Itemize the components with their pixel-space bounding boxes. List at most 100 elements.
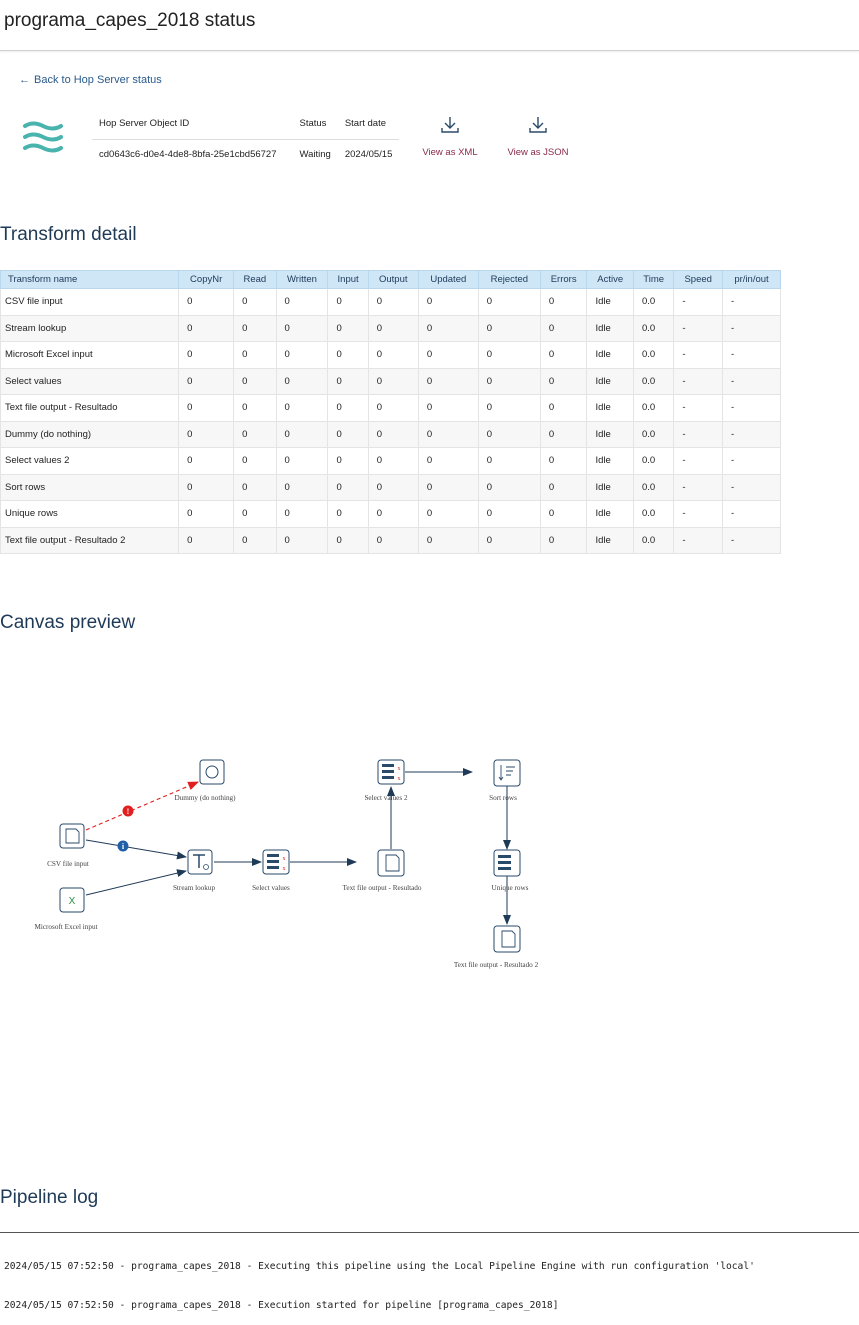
table-cell: 0 <box>367 394 419 422</box>
log-line: 2024/05/15 07:52:50 - programa_capes_201… <box>4 1261 755 1272</box>
column-header: Read <box>233 270 277 289</box>
hop-excel-to-lookup[interactable] <box>85 869 187 896</box>
column-header: Errors <box>539 270 588 289</box>
view-as-json-button[interactable]: View as JSON <box>498 116 578 158</box>
view-as-json-label: View as JSON <box>507 147 569 158</box>
table-cell: 0 <box>477 447 541 475</box>
column-header: pr/in/out <box>722 270 781 289</box>
status-header: Status <box>292 114 338 140</box>
view-as-xml-button[interactable]: View as XML <box>410 116 490 158</box>
table-cell: 0 <box>327 288 369 316</box>
table-cell: 0 <box>233 526 277 554</box>
table-cell: 0 <box>417 367 479 395</box>
table-cell: - <box>722 341 781 369</box>
table-cell: 0 <box>275 526 329 554</box>
table-cell: 0.0 <box>632 500 675 528</box>
table-cell: 0 <box>539 473 588 501</box>
table-cell: 0 <box>178 526 235 554</box>
table-cell: 0 <box>539 367 588 395</box>
table-cell: 0 <box>233 367 277 395</box>
table-cell: 0 <box>178 367 235 395</box>
table-cell: 0 <box>417 288 479 316</box>
table-cell: 0.0 <box>632 341 675 369</box>
transform-detail-title: Transform detail <box>0 224 137 245</box>
start-date-header: Start date <box>337 114 400 140</box>
table-cell: 0 <box>233 288 277 316</box>
table-cell: 0.0 <box>632 288 675 316</box>
download-icon <box>441 117 459 133</box>
svg-text:X: X <box>69 896 76 907</box>
page-header: programa_capes_2018 status <box>0 0 859 51</box>
table-cell: 0 <box>327 500 369 528</box>
table-cell: 0 <box>367 288 419 316</box>
table-cell: 0.0 <box>632 447 675 475</box>
column-header: Written <box>275 270 329 289</box>
node-sort-rows[interactable]: Sort rows <box>489 759 521 802</box>
server-object-info: Hop Server Object ID Status Start date c… <box>92 114 400 164</box>
node-select-values[interactable]: x x Select values <box>252 849 290 892</box>
start-date-value: 2024/05/15 <box>344 149 393 160</box>
table-cell: - <box>722 314 781 342</box>
table-cell: 0 <box>275 447 329 475</box>
svg-text:!: ! <box>127 807 130 816</box>
table-cell: 0 <box>367 367 419 395</box>
pipeline-canvas[interactable]: ! i CSV file input X Microsoft Excel inp… <box>0 740 600 980</box>
pipeline-log-title: Pipeline log <box>0 1187 99 1208</box>
node-select-values-2[interactable]: x x Select values 2 <box>364 759 408 802</box>
table-cell: - <box>673 341 724 369</box>
table-cell: - <box>673 447 724 475</box>
pipeline-log: 2024/05/15 07:52:50 - programa_capes_201… <box>4 1234 755 1325</box>
table-cell: - <box>673 394 724 422</box>
table-cell: 0 <box>539 341 588 369</box>
svg-text:Dummy (do nothing): Dummy (do nothing) <box>174 794 236 802</box>
table-cell: 0 <box>233 500 277 528</box>
table-cell: 0 <box>417 420 479 448</box>
table-cell: 0 <box>327 394 369 422</box>
page-title: programa_capes_2018 status <box>4 10 256 31</box>
table-cell: 0 <box>178 314 235 342</box>
table-cell: 0 <box>327 526 369 554</box>
table-row: Select values 0 0 0 0 0 0 0 0 Idle 0.0- - <box>0 367 781 395</box>
svg-text:Microsoft Excel input: Microsoft Excel input <box>34 923 97 931</box>
table-cell: 0 <box>275 314 329 342</box>
table-cell: 0 <box>178 341 235 369</box>
column-header: Transform name <box>0 270 180 289</box>
table-row: Dummy (do nothing) 0 0 0 0 0 0 0 0 Idle 0.0- - <box>0 420 781 448</box>
hop-csv-to-lookup[interactable] <box>85 839 187 860</box>
table-row: Sort rows 0 0 0 0 0 0 0 0 Idle 0.0- - <box>0 473 781 501</box>
table-cell: 0 <box>539 288 588 316</box>
svg-text:Select values: Select values <box>252 884 290 892</box>
table-cell: Idle <box>586 288 634 316</box>
status-value: Waiting <box>299 149 331 160</box>
table-cell: - <box>673 420 724 448</box>
node-text-file-output-2[interactable]: Text file output - Resultado 2 <box>454 925 539 969</box>
node-text-file-output[interactable]: Text file output - Resultado <box>343 849 422 892</box>
table-cell: 0.0 <box>632 420 675 448</box>
column-header: CopyNr <box>178 270 235 289</box>
svg-text:Stream lookup: Stream lookup <box>173 884 216 892</box>
table-cell: CSV file input <box>0 288 180 316</box>
table-cell: 0.0 <box>632 526 675 554</box>
table-row: Microsoft Excel input 0 0 0 0 0 0 0 0 Idle 0.0- - <box>0 341 781 369</box>
hop-csv-to-dummy[interactable] <box>85 781 200 831</box>
column-header: Active <box>586 270 634 289</box>
node-unique-rows[interactable]: Unique rows <box>492 849 529 892</box>
table-cell: 0 <box>539 394 588 422</box>
table-cell: Stream lookup <box>0 314 180 342</box>
table-cell: 0 <box>417 473 479 501</box>
table-cell: 0 <box>327 314 369 342</box>
table-cell: 0 <box>367 314 419 342</box>
arrow-left-icon: ← <box>19 74 30 86</box>
column-header: Speed <box>673 270 724 289</box>
back-to-server-status-link[interactable]: ← Back to Hop Server status <box>19 74 162 86</box>
table-cell: 0 <box>539 526 588 554</box>
table-cell: 0 <box>417 500 479 528</box>
node-dummy[interactable]: Dummy (do nothing) <box>174 759 236 802</box>
table-cell: 0 <box>477 500 541 528</box>
table-cell: 0 <box>178 394 235 422</box>
table-cell: 0 <box>178 500 235 528</box>
table-cell: 0 <box>477 394 541 422</box>
table-cell: 0 <box>233 447 277 475</box>
node-csv-file-input[interactable]: CSV file input <box>47 823 89 868</box>
table-cell: 0 <box>327 341 369 369</box>
